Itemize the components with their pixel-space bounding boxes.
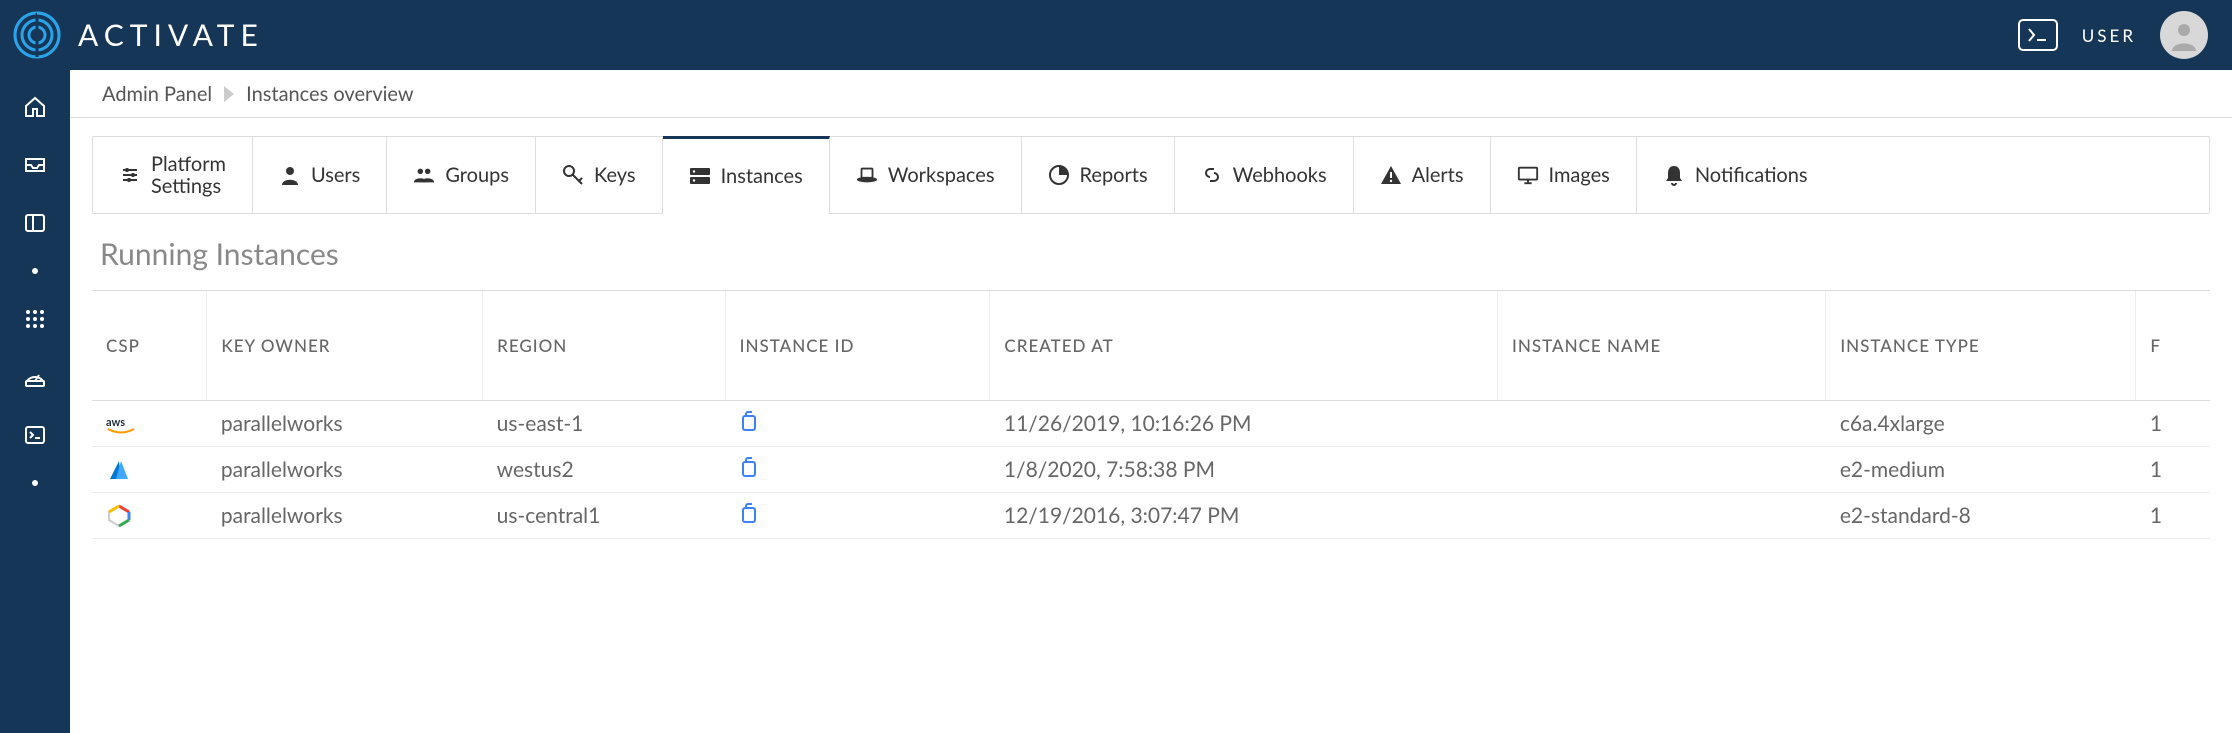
grid-icon[interactable] — [22, 306, 48, 332]
column-header[interactable]: INSTANCE NAME — [1498, 291, 1826, 401]
tab-label: Notifications — [1695, 163, 1808, 187]
tab-alerts[interactable]: Alerts — [1354, 137, 1491, 213]
chevron-right-icon — [224, 86, 234, 102]
avatar[interactable] — [2160, 11, 2208, 59]
link-icon — [1201, 164, 1223, 186]
panel-icon[interactable] — [22, 210, 48, 236]
svg-text:aws: aws — [106, 416, 125, 429]
breadcrumb-item[interactable]: Instances overview — [246, 82, 413, 106]
tab-keys[interactable]: Keys — [536, 137, 663, 213]
cell-last: 1 — [2136, 493, 2210, 539]
tab-label: Instances — [721, 164, 803, 188]
tab-webhooks[interactable]: Webhooks — [1175, 137, 1354, 213]
tab-label: PlatformSettings — [151, 153, 226, 197]
user-label[interactable]: USER — [2082, 25, 2136, 46]
group-icon — [413, 164, 435, 186]
cell-created-at: 11/26/2019, 10:16:26 PM — [990, 401, 1498, 447]
sliders-icon — [119, 164, 141, 186]
monitor-icon — [1517, 164, 1539, 186]
tab-notifications[interactable]: Notifications — [1637, 137, 1834, 213]
copy-icon[interactable] — [739, 503, 757, 528]
cell-instance-name — [1498, 493, 1826, 539]
csp-icon-aws: aws — [92, 401, 207, 447]
separator-dot-2 — [32, 480, 38, 486]
column-header[interactable]: INSTANCE ID — [725, 291, 990, 401]
cell-instance-name — [1498, 401, 1826, 447]
column-header[interactable]: REGION — [483, 291, 726, 401]
cell-instance-type: e2-standard-8 — [1826, 493, 2136, 539]
bell-icon — [1663, 164, 1685, 186]
column-header[interactable]: CSP — [92, 291, 207, 401]
table-row[interactable]: parallelworksus-central1 12/19/2016, 3:0… — [92, 493, 2210, 539]
cell-region: us-central1 — [483, 493, 726, 539]
table-row[interactable]: aws parallelworksus-east-1 11/26/2019, 10… — [92, 401, 2210, 447]
server-icon — [689, 165, 711, 187]
brand-text: ACTIVATE — [78, 17, 264, 53]
sidebar — [0, 70, 70, 733]
separator-dot — [32, 268, 38, 274]
tab-instances[interactable]: Instances — [663, 136, 830, 214]
cell-key-owner: parallelworks — [207, 447, 483, 493]
cell-instance-name — [1498, 447, 1826, 493]
csp-icon-azure — [92, 447, 207, 493]
tab-label: Keys — [594, 163, 636, 187]
tab-label: Reports — [1080, 163, 1148, 187]
tab-reports[interactable]: Reports — [1022, 137, 1175, 213]
gauge-icon[interactable] — [22, 364, 48, 390]
cell-instance-type: e2-medium — [1826, 447, 2136, 493]
logo-icon — [12, 10, 62, 60]
cell-created-at: 12/19/2016, 3:07:47 PM — [990, 493, 1498, 539]
cell-instance-id — [725, 493, 990, 539]
workspace-icon — [856, 164, 878, 186]
tab-platform-settings[interactable]: PlatformSettings — [93, 137, 253, 213]
console-icon[interactable] — [22, 422, 48, 448]
home-icon[interactable] — [22, 94, 48, 120]
user-icon — [279, 164, 301, 186]
column-header[interactable]: KEY OWNER — [207, 291, 483, 401]
breadcrumb: Admin Panel Instances overview — [70, 70, 2232, 118]
cell-instance-type: c6a.4xlarge — [1826, 401, 2136, 447]
key-icon — [562, 164, 584, 186]
tab-label: Workspaces — [888, 163, 995, 187]
tab-users[interactable]: Users — [253, 137, 387, 213]
copy-icon[interactable] — [739, 411, 757, 436]
tab-label: Alerts — [1412, 163, 1464, 187]
tab-label: Users — [311, 163, 360, 187]
cell-region: westus2 — [483, 447, 726, 493]
piechart-icon — [1048, 164, 1070, 186]
tab-label: Webhooks — [1233, 163, 1327, 187]
table-row[interactable]: parallelworkswestus2 1/8/2020, 7:58:38 P… — [92, 447, 2210, 493]
csp-icon-gcp — [92, 493, 207, 539]
cell-last: 1 — [2136, 401, 2210, 447]
instances-table: CSPKEY OWNERREGIONINSTANCE IDCREATED ATI… — [92, 290, 2210, 539]
tab-images[interactable]: Images — [1491, 137, 1637, 213]
cell-last: 1 — [2136, 447, 2210, 493]
cell-key-owner: parallelworks — [207, 401, 483, 447]
topbar: ACTIVATE USER — [0, 0, 2232, 70]
column-header[interactable]: F — [2136, 291, 2210, 401]
copy-icon[interactable] — [739, 457, 757, 482]
tab-label: Images — [1549, 163, 1610, 187]
section-title: Running Instances — [100, 236, 2210, 272]
tab-label: Groups — [445, 163, 509, 187]
alert-icon — [1380, 164, 1402, 186]
tab-groups[interactable]: Groups — [387, 137, 536, 213]
brand-logo[interactable]: ACTIVATE — [12, 10, 264, 60]
cell-instance-id — [725, 401, 990, 447]
breadcrumb-item[interactable]: Admin Panel — [102, 82, 212, 106]
terminal-button[interactable] — [2018, 19, 2058, 51]
column-header[interactable]: INSTANCE TYPE — [1826, 291, 2136, 401]
tabs: PlatformSettings Users Groups Keys Instances… — [92, 136, 2210, 214]
cell-created-at: 1/8/2020, 7:58:38 PM — [990, 447, 1498, 493]
column-header[interactable]: CREATED AT — [990, 291, 1498, 401]
cell-instance-id — [725, 447, 990, 493]
cell-region: us-east-1 — [483, 401, 726, 447]
tab-workspaces[interactable]: Workspaces — [830, 137, 1022, 213]
inbox-icon[interactable] — [22, 152, 48, 178]
cell-key-owner: parallelworks — [207, 493, 483, 539]
